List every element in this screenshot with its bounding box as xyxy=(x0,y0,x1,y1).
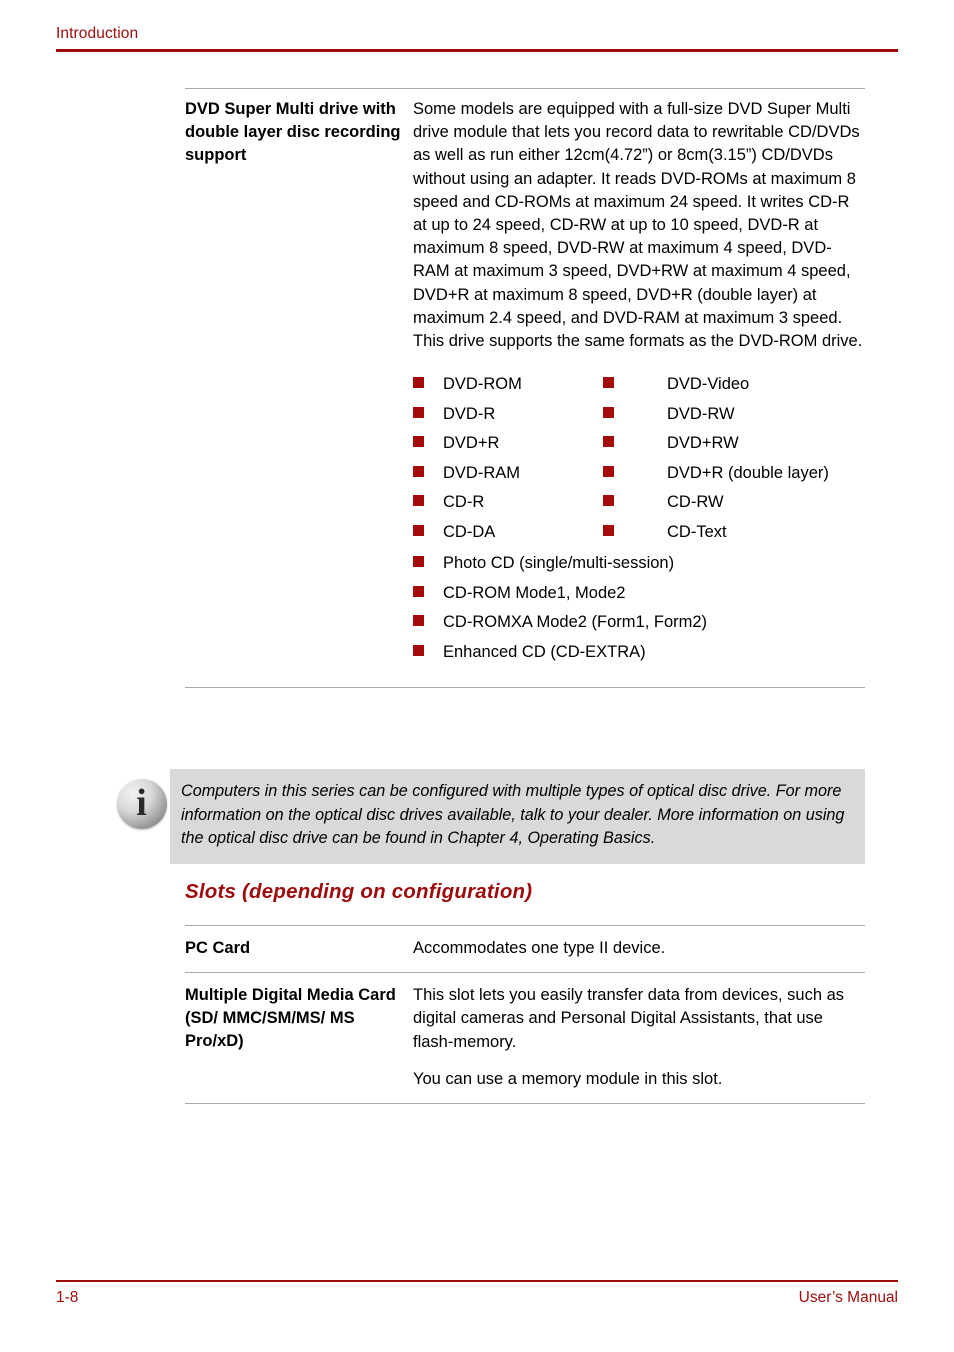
table-row: Multiple Digital Media Card (SD/ MMC/SM/… xyxy=(185,973,865,1103)
list-item: CD-ROM Mode1, Mode2 xyxy=(413,579,865,609)
square-bullet-icon xyxy=(413,377,424,389)
list-item-label: Enhanced CD (CD-EXTRA) xyxy=(443,642,646,661)
list-item-bullet xyxy=(603,459,667,489)
manual-label: User’s Manual xyxy=(798,1289,898,1306)
list-item: CD-ROMXA Mode2 (Form1, Form2) xyxy=(413,608,865,638)
square-bullet-icon xyxy=(413,495,424,507)
square-bullet-icon xyxy=(603,495,614,507)
spec-paragraph: Accommodates one type II device. xyxy=(413,939,666,957)
list-item: Photo CD (single/multi-session) xyxy=(413,549,865,579)
info-note-text: Computers in this series can be configur… xyxy=(170,769,865,864)
spec-term: Multiple Digital Media Card (SD/ MMC/SM/… xyxy=(185,986,396,1051)
square-bullet-icon xyxy=(413,644,424,656)
list-item-label: Photo CD (single/multi-session) xyxy=(443,554,675,573)
square-bullet-icon xyxy=(413,406,424,418)
spec-term: DVD Super Multi drive with double layer … xyxy=(185,100,401,164)
section-heading: Slots (depending on configuration) xyxy=(185,880,533,903)
square-bullet-icon xyxy=(603,436,614,448)
list-item: Enhanced CD (CD-EXTRA) xyxy=(413,638,865,668)
square-bullet-icon xyxy=(603,524,614,536)
table-bottom-rule xyxy=(185,687,865,689)
list-item-bullet xyxy=(413,518,443,548)
list-item-label: DVD-RW xyxy=(667,404,735,423)
list-item-bullet xyxy=(413,644,443,658)
optical-drive-spec-table: DVD Super Multi drive with double layer … xyxy=(185,88,865,689)
list-item-label: DVD+R (double layer) xyxy=(667,463,829,482)
spec-paragraph: This slot lets you easily transfer data … xyxy=(413,986,845,1051)
spec-definition: This slot lets you easily transfer data … xyxy=(413,984,865,1091)
square-bullet-icon xyxy=(603,406,614,418)
slots-spec-table: PC Card Accommodates one type II device.… xyxy=(185,925,865,1105)
list-item-bullet xyxy=(603,488,667,518)
square-bullet-icon xyxy=(413,615,424,627)
info-note: i Computers in this series can be config… xyxy=(113,769,865,864)
manual-page: Introduction DVD Super Multi drive with … xyxy=(0,0,954,1352)
list-item-bullet xyxy=(413,400,443,430)
format-list-two-column: DVD-ROM DVD-Video DVD-R DVD-RW DVD+R DVD… xyxy=(413,370,865,547)
list-item-label: DVD+RW xyxy=(667,434,739,453)
spec-paragraph: You can use a memory module in this slot… xyxy=(413,1069,723,1088)
square-bullet-icon xyxy=(413,465,424,477)
list-item-bullet xyxy=(603,370,667,400)
list-item-label: CD-RW xyxy=(667,493,724,512)
list-item-label: DVD+R xyxy=(443,434,500,453)
list-item-label: DVD-RAM xyxy=(443,463,520,482)
list-item-bullet xyxy=(413,459,443,489)
square-bullet-icon xyxy=(413,436,424,448)
header-title: Introduction xyxy=(56,25,139,42)
table-row: DVD Super Multi drive with double layer … xyxy=(185,89,865,667)
list-item-bullet xyxy=(413,615,443,628)
list-item-bullet xyxy=(603,400,667,430)
square-bullet-icon xyxy=(413,556,424,568)
square-bullet-icon xyxy=(413,524,424,536)
list-item-label: CD-ROM Mode1, Mode2 xyxy=(443,583,626,602)
list-item-bullet xyxy=(603,518,667,548)
info-icon-circle: i xyxy=(116,779,167,829)
table-bottom-rule xyxy=(185,1103,865,1105)
list-item-label: CD-ROMXA Mode2 (Form1, Form2) xyxy=(443,613,708,632)
page-header: Introduction xyxy=(56,24,898,52)
info-icon-glyph: i xyxy=(136,782,147,825)
spec-term: PC Card xyxy=(185,939,251,957)
square-bullet-icon xyxy=(413,585,424,597)
spec-definition: Some models are equipped with a full-siz… xyxy=(413,98,865,667)
list-item-bullet xyxy=(413,429,443,459)
info-icon: i xyxy=(113,769,170,829)
footer-rule xyxy=(56,1280,898,1282)
page-footer: 1-8 User’s Manual xyxy=(56,1280,898,1307)
list-item-label: CD-R xyxy=(443,493,485,512)
list-item-label: DVD-ROM xyxy=(443,375,522,394)
header-rule xyxy=(56,49,898,52)
list-item-bullet xyxy=(413,585,443,599)
list-item-bullet xyxy=(413,488,443,518)
list-item-bullet xyxy=(413,370,443,400)
list-item-label: CD-DA xyxy=(443,522,496,541)
list-item-bullet xyxy=(413,556,443,569)
spec-paragraph: Some models are equipped with a full-siz… xyxy=(413,100,863,351)
format-list-single-column: Photo CD (single/multi-session) CD-ROM M… xyxy=(413,549,865,667)
footer-row: 1-8 User’s Manual xyxy=(56,1289,898,1307)
list-item-label: CD-Text xyxy=(667,522,727,541)
list-item-label: DVD-Video xyxy=(667,375,750,394)
list-item-label: DVD-R xyxy=(443,404,496,423)
page-number: 1-8 xyxy=(56,1289,79,1306)
spec-definition: Accommodates one type II device. xyxy=(413,937,865,960)
square-bullet-icon xyxy=(603,377,614,389)
square-bullet-icon xyxy=(603,465,614,477)
list-item-bullet xyxy=(603,429,667,459)
table-row: PC Card Accommodates one type II device. xyxy=(185,926,865,972)
